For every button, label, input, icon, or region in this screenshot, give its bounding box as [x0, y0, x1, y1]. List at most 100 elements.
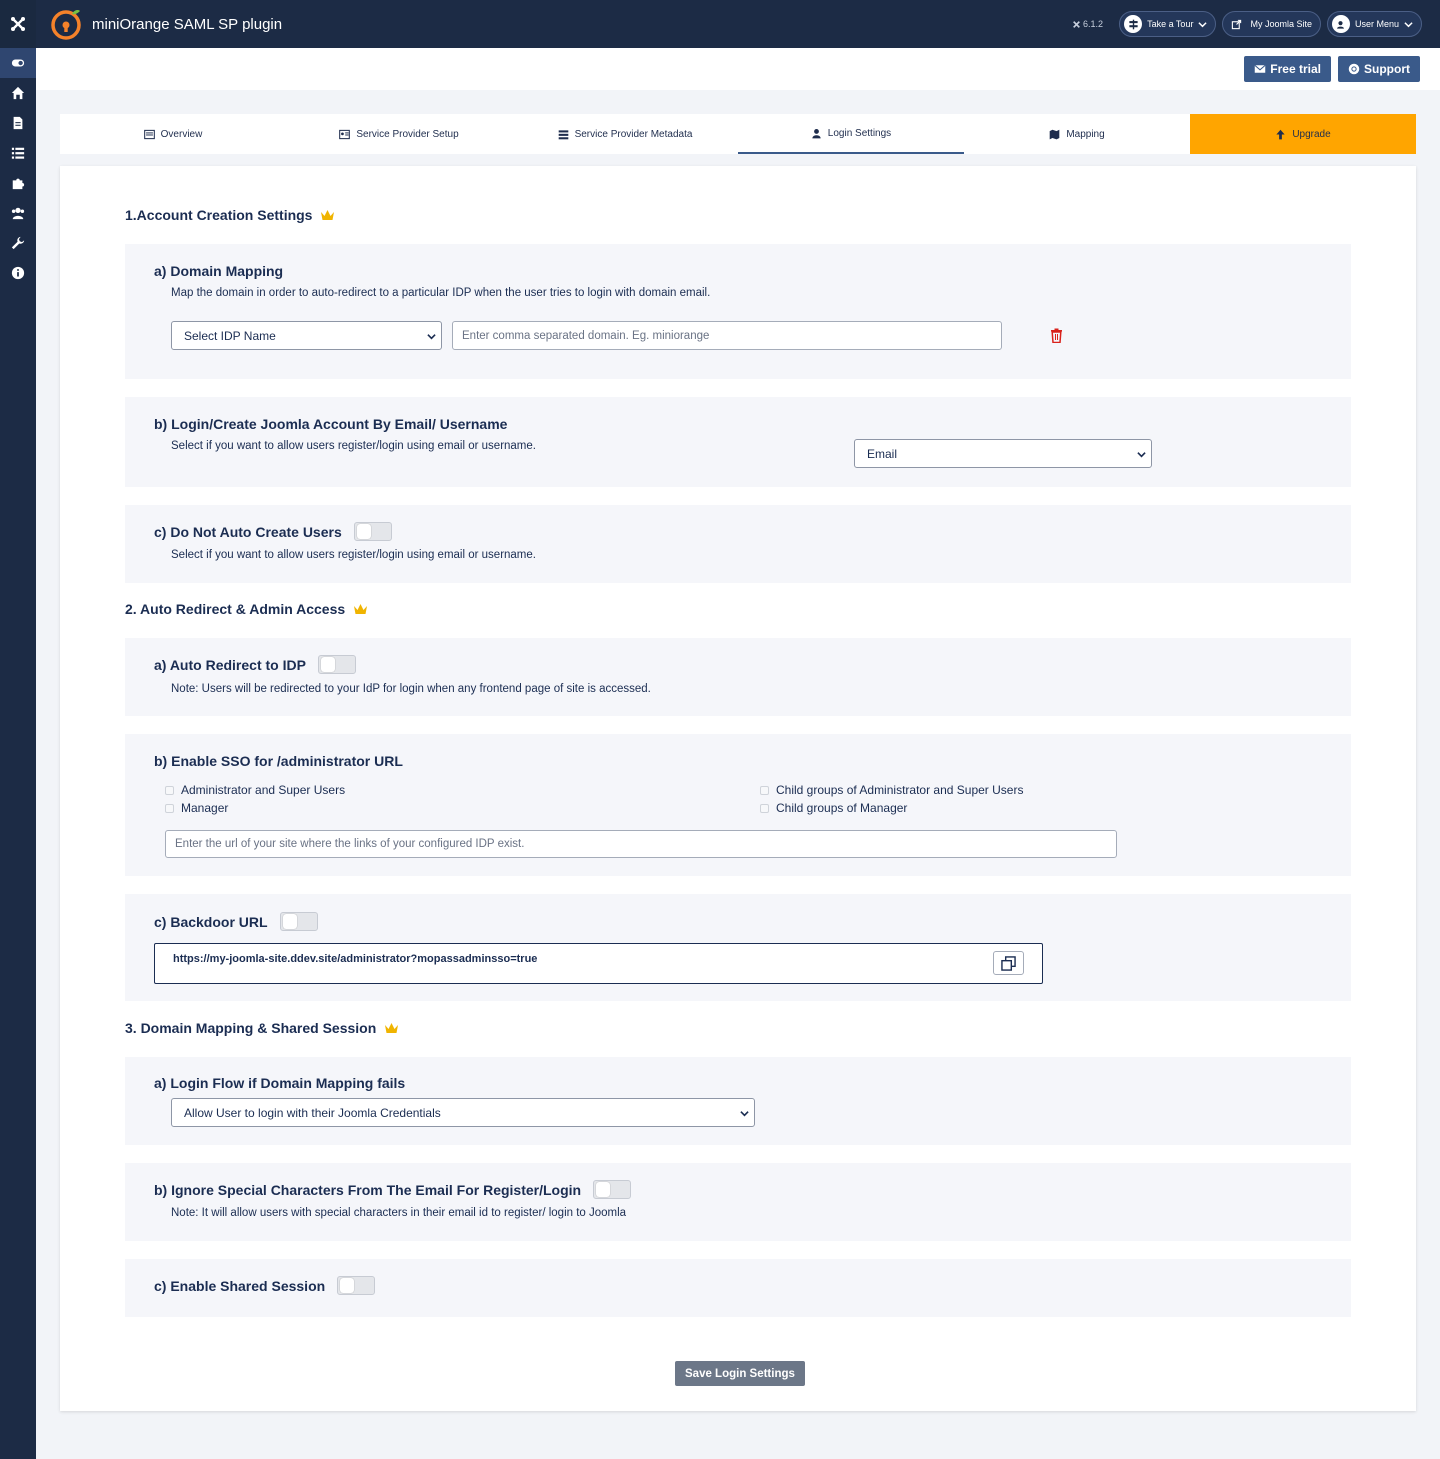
joomla-mini-icon — [1073, 20, 1080, 28]
child-admin-option[interactable]: Child groups of Administrator and Super … — [760, 783, 1023, 797]
tab-service-provider-setup[interactable]: Service Provider Setup — [286, 114, 512, 154]
tab-overview[interactable]: Overview — [60, 114, 286, 154]
idp-links-url-placeholder: Enter the url of your site where the lin… — [175, 838, 525, 850]
take-tour-button[interactable]: Take a Tour — [1119, 11, 1217, 37]
admin-sso-box: b) Enable SSO for /administrator URL Adm… — [125, 734, 1351, 876]
admin-super-users-label: Administrator and Super Users — [181, 783, 346, 797]
backdoor-url-box: c) Backdoor URL https://my-joomla-site.d… — [125, 894, 1351, 1001]
ignore-special-box: b) Ignore Special Characters From The Em… — [125, 1163, 1351, 1241]
copy-icon — [1001, 955, 1016, 971]
copy-button[interactable] — [993, 951, 1024, 975]
chevron-down-icon — [1198, 21, 1208, 27]
chevron-down-icon — [1137, 452, 1146, 458]
lifebuoy-icon — [1348, 63, 1360, 75]
no-auto-create-toggle[interactable] — [353, 522, 392, 541]
shared-session-toggle[interactable] — [337, 1276, 376, 1295]
tab-login-settings-label: Login Settings — [827, 127, 892, 139]
joomla-logo-icon[interactable] — [0, 0, 36, 48]
login-flow-box: a) Login Flow if Domain Mapping fails Al… — [125, 1057, 1351, 1145]
auto-redirect-note: Note: Users will be redirected to your I… — [171, 683, 651, 695]
free-trial-button[interactable]: Free trial — [1244, 56, 1331, 82]
login-by-select[interactable]: Email — [854, 439, 1152, 468]
child-admin-checkbox[interactable] — [760, 785, 769, 795]
system-wrench-icon[interactable] — [0, 228, 36, 258]
tab-upgrade-label: Upgrade — [1292, 128, 1331, 140]
tab-overview-label: Overview — [160, 128, 203, 140]
child-manager-option[interactable]: Child groups of Manager — [760, 801, 907, 815]
tab-login-settings[interactable]: Login Settings — [738, 114, 964, 154]
section-account-creation-title: 1.Account Creation Settings — [125, 207, 313, 223]
child-manager-label: Child groups of Manager — [776, 801, 908, 815]
trash-delete-icon[interactable] — [1050, 328, 1063, 343]
home-icon[interactable] — [0, 78, 36, 108]
domain-mapping-note: Map the domain in order to auto-redirect… — [171, 287, 711, 299]
auto-redirect-box: a) Auto Redirect to IDP Note: Users will… — [125, 638, 1351, 716]
login-by-box: b) Login/Create Joomla Account By Email/… — [125, 397, 1351, 487]
map-icon — [1050, 129, 1060, 139]
login-settings-panel: 1.Account Creation Settings a) Domain Ma… — [60, 166, 1416, 1411]
domain-input[interactable]: Enter comma separated domain. Eg. minior… — [452, 321, 1002, 350]
ignore-special-toggle[interactable] — [593, 1180, 632, 1199]
no-auto-create-heading-row: c) Do Not Auto Create Users — [154, 522, 392, 541]
chevron-down-icon — [740, 1111, 749, 1117]
my-joomla-site-button[interactable]: My Joomla Site — [1222, 11, 1321, 37]
save-login-settings-button[interactable]: Save Login Settings — [675, 1361, 805, 1386]
ignore-special-heading: b) Ignore Special Characters From The Em… — [154, 1181, 582, 1198]
child-admin-label: Child groups of Administrator and Super … — [776, 783, 1024, 797]
admin-super-users-checkbox[interactable] — [165, 785, 174, 795]
backdoor-toggle[interactable] — [279, 912, 318, 931]
extensions-puzzle-icon[interactable] — [0, 168, 36, 198]
login-flow-heading: a) Login Flow if Domain Mapping fails — [154, 1075, 406, 1091]
no-auto-create-box: c) Do Not Auto Create Users Select if yo… — [125, 505, 1351, 583]
no-auto-create-note: Select if you want to allow users regist… — [171, 549, 536, 561]
users-icon[interactable] — [0, 198, 36, 228]
crown-premium-icon — [385, 1023, 399, 1033]
child-manager-checkbox[interactable] — [760, 803, 769, 813]
backdoor-heading: c) Backdoor URL — [154, 913, 268, 930]
user-menu-button[interactable]: User Menu — [1326, 11, 1422, 37]
app-title: miniOrange SAML SP plugin — [92, 15, 283, 33]
idp-name-select[interactable]: Select IDP Name — [171, 321, 442, 350]
section-account-creation: 1.Account Creation Settings — [125, 207, 335, 223]
user-icon — [812, 128, 821, 138]
chevron-down-icon — [1404, 21, 1413, 27]
admin-super-users-option[interactable]: Administrator and Super Users — [165, 783, 345, 797]
external-link-icon — [1227, 15, 1245, 33]
toggle-menu-icon[interactable] — [0, 48, 36, 78]
backdoor-url-field[interactable]: https://my-joomla-site.ddev.site/adminis… — [154, 943, 1043, 984]
sidebar — [0, 0, 36, 1459]
login-flow-select[interactable]: Allow User to login with their Joomla Cr… — [171, 1098, 755, 1127]
metadata-list-icon — [558, 129, 568, 139]
version-label: 6.1.2 — [1072, 19, 1103, 29]
envelope-icon — [1254, 64, 1266, 73]
overview-icon — [143, 129, 155, 139]
crown-premium-icon — [354, 604, 368, 614]
manager-option[interactable]: Manager — [165, 801, 228, 815]
login-by-heading: b) Login/Create Joomla Account By Email/… — [154, 416, 508, 432]
free-trial-label: Free trial — [1270, 62, 1321, 76]
idp-name-select-value: Select IDP Name — [184, 328, 276, 343]
domain-input-placeholder: Enter comma separated domain. Eg. minior… — [462, 329, 710, 342]
login-flow-select-value: Allow User to login with their Joomla Cr… — [184, 1105, 441, 1120]
menus-list-icon[interactable] — [0, 138, 36, 168]
take-tour-label: Take a Tour — [1147, 19, 1194, 29]
info-icon[interactable] — [0, 258, 36, 288]
page-toolbar: Free trial Support — [36, 48, 1440, 90]
auto-redirect-heading-row: a) Auto Redirect to IDP — [154, 655, 356, 674]
support-button[interactable]: Support — [1338, 56, 1420, 82]
content-file-icon[interactable] — [0, 108, 36, 138]
tab-sp-setup-label: Service Provider Setup — [356, 128, 459, 140]
tab-service-provider-metadata[interactable]: Service Provider Metadata — [512, 114, 738, 154]
login-by-note: Select if you want to allow users regist… — [171, 440, 536, 452]
id-card-icon — [339, 129, 351, 139]
tab-mapping[interactable]: Mapping — [964, 114, 1190, 154]
tab-upgrade[interactable]: Upgrade — [1190, 114, 1416, 154]
version-number: 6.1.2 — [1083, 19, 1104, 29]
domain-mapping-box: a) Domain Mapping Map the domain in orde… — [125, 244, 1351, 379]
manager-checkbox[interactable] — [165, 803, 174, 813]
tab-sp-metadata-label: Service Provider Metadata — [574, 128, 693, 140]
my-site-label: My Joomla Site — [1250, 19, 1312, 29]
idp-links-url-input[interactable]: Enter the url of your site where the lin… — [165, 830, 1117, 858]
auto-redirect-toggle[interactable] — [317, 655, 356, 674]
user-menu-label: User Menu — [1354, 19, 1399, 29]
